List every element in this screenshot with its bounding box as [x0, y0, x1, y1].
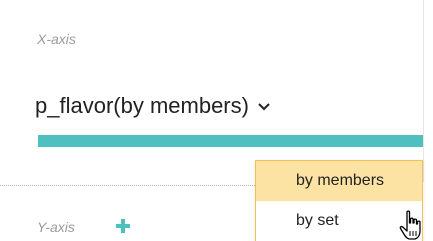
chevron-down-icon[interactable]: [257, 99, 271, 113]
y-axis-label: Y-axis: [37, 219, 75, 235]
panel-right-border: [423, 0, 424, 182]
dropdown-option-by-set[interactable]: by set: [256, 201, 422, 241]
axis-config-panel: X-axis p_flavor(by members) Y-axis by me…: [0, 0, 433, 241]
plus-icon[interactable]: [116, 219, 130, 233]
x-axis-label: X-axis: [37, 31, 76, 47]
x-axis-field-name[interactable]: p_flavor(by members): [35, 93, 249, 119]
section-divider: [0, 185, 255, 186]
x-axis-color-bar: [38, 135, 423, 147]
dropdown-option-by-members[interactable]: by members: [256, 161, 422, 201]
grouping-dropdown-menu: by members by set: [255, 160, 423, 241]
x-axis-field-selector[interactable]: p_flavor(by members): [35, 93, 271, 119]
